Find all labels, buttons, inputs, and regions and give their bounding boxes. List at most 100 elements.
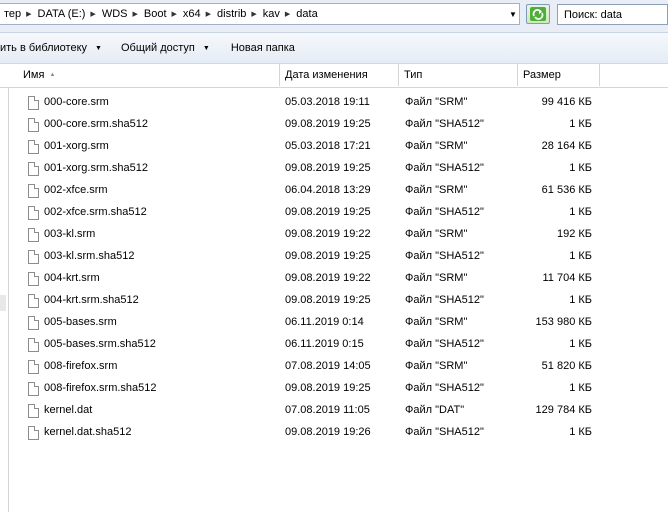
column-header-type[interactable]: Тип xyxy=(399,64,518,86)
file-date: 06.04.2018 13:29 xyxy=(285,184,371,196)
file-icon xyxy=(28,382,39,396)
file-row[interactable]: 000-core.srm.sha512 09.08.2019 19:25 Фай… xyxy=(0,114,668,136)
file-name: 004-krt.srm xyxy=(44,272,100,284)
file-date: 09.08.2019 19:25 xyxy=(285,118,371,130)
file-date: 06.11.2019 0:14 xyxy=(285,316,364,328)
file-date: 09.08.2019 19:26 xyxy=(285,426,371,438)
file-icon xyxy=(28,228,39,242)
file-row[interactable]: 002-xfce.srm 06.04.2018 13:29 Файл "SRM"… xyxy=(0,180,668,202)
file-size: 153 980 КБ xyxy=(535,316,592,328)
file-date: 09.08.2019 19:25 xyxy=(285,382,371,394)
breadcrumb-item[interactable]: WDS xyxy=(98,8,131,20)
file-size: 1 КБ xyxy=(569,338,592,350)
file-type: Файл "SHA512" xyxy=(405,382,484,394)
new-folder-button[interactable]: Новая папка xyxy=(231,33,295,63)
file-row[interactable]: 003-kl.srm.sha512 09.08.2019 19:25 Файл … xyxy=(0,246,668,268)
file-row[interactable]: 000-core.srm 05.03.2018 19:11 Файл "SRM"… xyxy=(0,92,668,114)
chevron-right-icon[interactable]: ▶ xyxy=(249,10,258,18)
file-type: Файл "SHA512" xyxy=(405,338,484,350)
file-icon xyxy=(28,250,39,264)
column-header-size[interactable]: Размер xyxy=(518,64,600,86)
file-type: Файл "SHA512" xyxy=(405,426,484,438)
chevron-right-icon[interactable]: ▶ xyxy=(88,10,97,18)
file-name: 004-krt.srm.sha512 xyxy=(44,294,139,306)
file-name: 000-core.srm.sha512 xyxy=(44,118,148,130)
address-bar: тер ▶ DATA (E:) ▶ WDS ▶ Boot ▶ x64 ▶ dis… xyxy=(0,0,668,33)
file-row[interactable]: 005-bases.srm 06.11.2019 0:14 Файл "SRM"… xyxy=(0,312,668,334)
breadcrumb[interactable]: тер ▶ DATA (E:) ▶ WDS ▶ Boot ▶ x64 ▶ dis… xyxy=(0,3,520,25)
file-row[interactable]: 004-krt.srm 09.08.2019 19:22 Файл "SRM" … xyxy=(0,268,668,290)
breadcrumb-item[interactable]: distrib xyxy=(213,8,249,20)
search-input[interactable]: Поиск: data xyxy=(557,4,668,25)
file-size: 61 536 КБ xyxy=(541,184,592,196)
file-name: 000-core.srm xyxy=(44,96,109,108)
chevron-down-icon: ▼ xyxy=(202,44,210,52)
file-name: 001-xorg.srm xyxy=(44,140,109,152)
file-name: 001-xorg.srm.sha512 xyxy=(44,162,148,174)
file-size: 51 820 КБ xyxy=(541,360,592,372)
breadcrumb-item[interactable]: Boot xyxy=(140,8,170,20)
file-size: 1 КБ xyxy=(569,426,592,438)
file-row[interactable]: kernel.dat 07.08.2019 11:05 Файл "DAT" 1… xyxy=(0,400,668,422)
file-row[interactable]: 003-kl.srm 09.08.2019 19:22 Файл "SRM" 1… xyxy=(0,224,668,246)
file-name: 002-xfce.srm xyxy=(44,184,108,196)
file-type: Файл "SHA512" xyxy=(405,162,484,174)
chevron-right-icon[interactable]: ▶ xyxy=(170,10,179,18)
breadcrumb-item[interactable]: DATA (E:) xyxy=(34,8,89,20)
chevron-right-icon[interactable]: ▶ xyxy=(130,10,139,18)
column-header-name[interactable]: Имя ▲ xyxy=(18,64,280,86)
file-type: Файл "DAT" xyxy=(405,404,465,416)
file-date: 07.08.2019 14:05 xyxy=(285,360,371,372)
refresh-icon xyxy=(530,7,546,21)
file-name: 005-bases.srm.sha512 xyxy=(44,338,156,350)
file-row[interactable]: 001-xorg.srm 05.03.2018 17:21 Файл "SRM"… xyxy=(0,136,668,158)
file-row[interactable]: 001-xorg.srm.sha512 09.08.2019 19:25 Фай… xyxy=(0,158,668,180)
chevron-right-icon[interactable]: ▶ xyxy=(283,10,292,18)
column-header-type-label: Тип xyxy=(404,69,423,81)
file-icon xyxy=(28,294,39,308)
file-row[interactable]: 008-firefox.srm 07.08.2019 14:05 Файл "S… xyxy=(0,356,668,378)
chevron-right-icon[interactable]: ▶ xyxy=(24,10,33,18)
file-name: 003-kl.srm.sha512 xyxy=(44,250,135,262)
file-row[interactable]: 004-krt.srm.sha512 09.08.2019 19:25 Файл… xyxy=(0,290,668,312)
refresh-button[interactable] xyxy=(526,4,550,24)
file-name: 003-kl.srm xyxy=(44,228,96,240)
file-size: 1 КБ xyxy=(569,118,592,130)
file-size: 192 КБ xyxy=(556,228,592,240)
file-size: 1 КБ xyxy=(569,250,592,262)
column-header-date[interactable]: Дата изменения xyxy=(280,64,399,86)
file-icon xyxy=(28,360,39,374)
chevron-right-icon[interactable]: ▶ xyxy=(204,10,213,18)
chevron-down-icon: ▼ xyxy=(95,44,102,52)
file-date: 06.11.2019 0:15 xyxy=(285,338,364,350)
chevron-down-icon: ▼ xyxy=(509,9,517,19)
breadcrumb-item[interactable]: тер xyxy=(0,8,24,20)
file-icon xyxy=(28,338,39,352)
file-row[interactable]: kernel.dat.sha512 09.08.2019 19:26 Файл … xyxy=(0,422,668,444)
file-name: 008-firefox.srm xyxy=(44,360,118,372)
file-type: Файл "SRM" xyxy=(405,140,468,152)
file-row[interactable]: 002-xfce.srm.sha512 09.08.2019 19:25 Фай… xyxy=(0,202,668,224)
breadcrumb-item[interactable]: x64 xyxy=(179,8,204,20)
column-header-size-label: Размер xyxy=(523,69,561,81)
file-icon xyxy=(28,184,39,198)
file-row[interactable]: 005-bases.srm.sha512 06.11.2019 0:15 Фай… xyxy=(0,334,668,356)
breadcrumb-item-current[interactable]: data xyxy=(292,8,320,20)
file-date: 09.08.2019 19:25 xyxy=(285,162,371,174)
file-type: Файл "SHA512" xyxy=(405,250,484,262)
file-type: Файл "SRM" xyxy=(405,316,468,328)
file-date: 09.08.2019 19:25 xyxy=(285,250,371,262)
file-icon xyxy=(28,140,39,154)
address-history-dropdown[interactable]: ▼ xyxy=(505,3,521,25)
file-date: 05.03.2018 17:21 xyxy=(285,140,371,152)
file-type: Файл "SRM" xyxy=(405,360,468,372)
file-row[interactable]: 008-firefox.srm.sha512 09.08.2019 19:25 … xyxy=(0,378,668,400)
file-name: kernel.dat.sha512 xyxy=(44,426,132,438)
add-to-library-button[interactable]: ить в библиотеку ▼ xyxy=(0,33,102,63)
file-date: 09.08.2019 19:25 xyxy=(285,206,371,218)
breadcrumb-item[interactable]: kav xyxy=(259,8,283,20)
file-icon xyxy=(28,404,39,418)
file-size: 1 КБ xyxy=(569,162,592,174)
share-button[interactable]: Общий доступ ▼ xyxy=(121,33,210,63)
file-size: 11 704 КБ xyxy=(542,272,592,284)
